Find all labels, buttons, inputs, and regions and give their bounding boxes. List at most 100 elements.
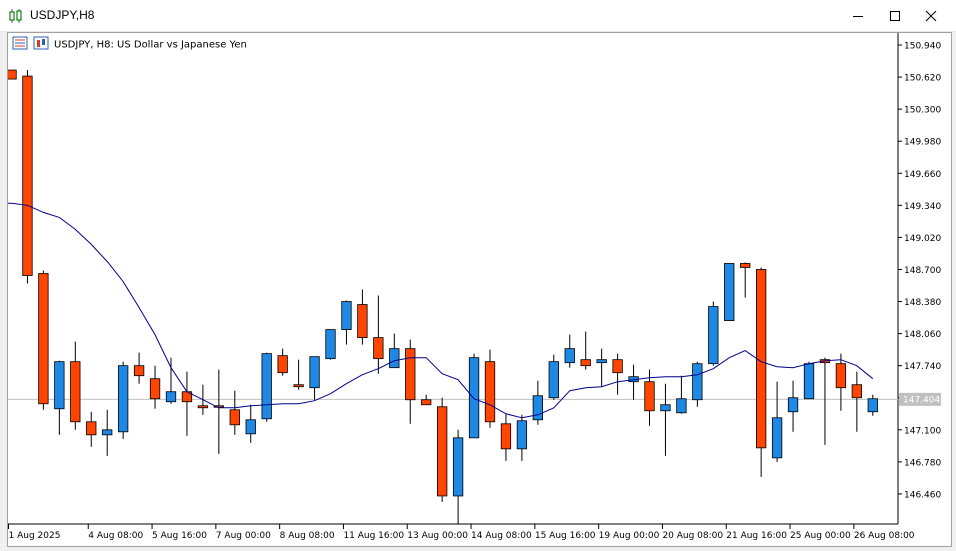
candlestick-chart[interactable]: USDJPY, H8: US Dollar vs Japanese Yen 15… bbox=[0, 33, 951, 546]
chart-header-label: USDJPY, H8: US Dollar vs Japanese Yen bbox=[54, 40, 247, 51]
candle-body-bull bbox=[724, 263, 735, 321]
price-tick-label: 148.380 bbox=[904, 298, 941, 308]
candle-body-bull bbox=[548, 361, 559, 399]
candle-body-bull bbox=[532, 395, 543, 421]
candle bbox=[261, 352, 272, 422]
chart-properties-icon[interactable] bbox=[33, 36, 49, 50]
candle-body-bear bbox=[86, 421, 97, 436]
price-tick-label: 149.020 bbox=[904, 234, 941, 244]
window-title: USDJPY,H8 bbox=[30, 8, 95, 22]
time-tick-label: 8 Aug 08:00 bbox=[280, 531, 335, 541]
candle bbox=[245, 404, 256, 443]
time-tick-label: 20 Aug 08:00 bbox=[662, 531, 723, 541]
candle-body-bull bbox=[692, 363, 703, 401]
minimize-icon bbox=[853, 15, 863, 17]
candle-body-bear bbox=[740, 263, 751, 268]
candle bbox=[867, 394, 878, 416]
candle bbox=[851, 371, 862, 432]
current-price-label: 147.404 bbox=[899, 392, 941, 406]
candle-body-bear bbox=[612, 359, 623, 374]
candle bbox=[452, 429, 464, 524]
time-tick-label: 11 Aug 16:00 bbox=[343, 531, 404, 541]
candle-body-bull bbox=[165, 391, 177, 403]
candle-body-bull bbox=[867, 398, 878, 413]
candle bbox=[133, 352, 145, 384]
candle-body-bear bbox=[277, 355, 288, 374]
price-tick-label: 147.100 bbox=[904, 426, 941, 436]
close-icon bbox=[925, 10, 937, 21]
price-axis: 150.940 150.620 150.300 149.980 149.660 149.3… bbox=[898, 42, 941, 500]
chart-list-icon[interactable] bbox=[12, 36, 28, 50]
candle bbox=[835, 353, 847, 411]
candle bbox=[500, 413, 512, 461]
candle bbox=[38, 270, 49, 410]
candle bbox=[580, 331, 591, 370]
price-tick-label: 149.980 bbox=[904, 138, 941, 148]
candle bbox=[118, 361, 129, 439]
candle-body-bear bbox=[357, 304, 368, 339]
candle bbox=[165, 357, 177, 404]
candle bbox=[612, 353, 623, 395]
candle-body-bear bbox=[229, 409, 240, 426]
candle-body-bull bbox=[596, 359, 607, 364]
candle-body-bear bbox=[38, 273, 49, 405]
candle-body-bear bbox=[756, 269, 767, 449]
maximize-button[interactable] bbox=[877, 0, 913, 31]
candle bbox=[484, 349, 496, 428]
candle-body-bear bbox=[405, 348, 416, 401]
candle-body-bear bbox=[500, 423, 512, 450]
candle bbox=[102, 409, 113, 456]
candle-body-bear bbox=[851, 384, 862, 399]
candle bbox=[325, 329, 336, 360]
price-tick-label: 149.340 bbox=[904, 202, 941, 212]
candle-body-bear bbox=[373, 337, 384, 360]
time-tick-label: 25 Aug 00:00 bbox=[790, 531, 851, 541]
candle bbox=[803, 361, 815, 400]
window-titlebar: USDJPY,H8 bbox=[0, 0, 956, 32]
price-tick-label: 146.460 bbox=[904, 490, 941, 500]
candle-body-bull bbox=[676, 398, 687, 414]
candle bbox=[6, 69, 17, 80]
candle bbox=[771, 381, 783, 462]
chart-window[interactable]: USDJPY, H8: US Dollar vs Japanese Yen 15… bbox=[0, 32, 952, 547]
candle-body-bear bbox=[133, 365, 145, 377]
candle bbox=[86, 411, 97, 447]
close-button[interactable] bbox=[913, 0, 949, 31]
candle bbox=[756, 267, 767, 477]
candle-body-bull bbox=[771, 417, 783, 459]
candle bbox=[692, 361, 703, 407]
candle-body-bull bbox=[660, 404, 671, 412]
candle-body-bull bbox=[102, 429, 113, 436]
time-tick-label: 4 Aug 08:00 bbox=[88, 531, 143, 541]
candle-body-bull bbox=[516, 420, 528, 450]
candle-body-bull bbox=[245, 419, 256, 435]
candle bbox=[740, 262, 751, 298]
price-tick-label: 150.300 bbox=[904, 106, 941, 116]
candle bbox=[70, 341, 81, 430]
moving-average bbox=[0, 202, 874, 419]
time-tick-label: 19 Aug 00:00 bbox=[599, 531, 660, 541]
candle bbox=[708, 301, 719, 366]
time-tick-label: 13 Aug 00:00 bbox=[407, 531, 468, 541]
price-tick-label: 149.660 bbox=[904, 170, 941, 180]
candle bbox=[357, 289, 368, 345]
candle-body-bull bbox=[803, 363, 815, 400]
minimize-button[interactable] bbox=[840, 0, 876, 31]
candle-body-bull bbox=[708, 306, 719, 365]
candle-body-bull bbox=[54, 361, 65, 410]
candle bbox=[22, 70, 33, 284]
candle-body-bear bbox=[6, 69, 17, 80]
price-tick-label: 148.700 bbox=[904, 266, 941, 276]
candle-body-bear bbox=[644, 381, 655, 412]
candle-body-bull bbox=[468, 357, 480, 439]
candle-body-bear bbox=[580, 359, 591, 367]
candle-body-bull bbox=[452, 437, 464, 497]
candle bbox=[596, 348, 607, 387]
candle-body-bear bbox=[436, 406, 448, 497]
candle bbox=[787, 380, 799, 432]
price-tick-label: 150.620 bbox=[904, 74, 941, 84]
candle-body-bull bbox=[787, 397, 799, 413]
candle bbox=[628, 364, 639, 400]
candle bbox=[341, 300, 352, 345]
time-tick-label: 26 Aug 08:00 bbox=[854, 531, 915, 541]
